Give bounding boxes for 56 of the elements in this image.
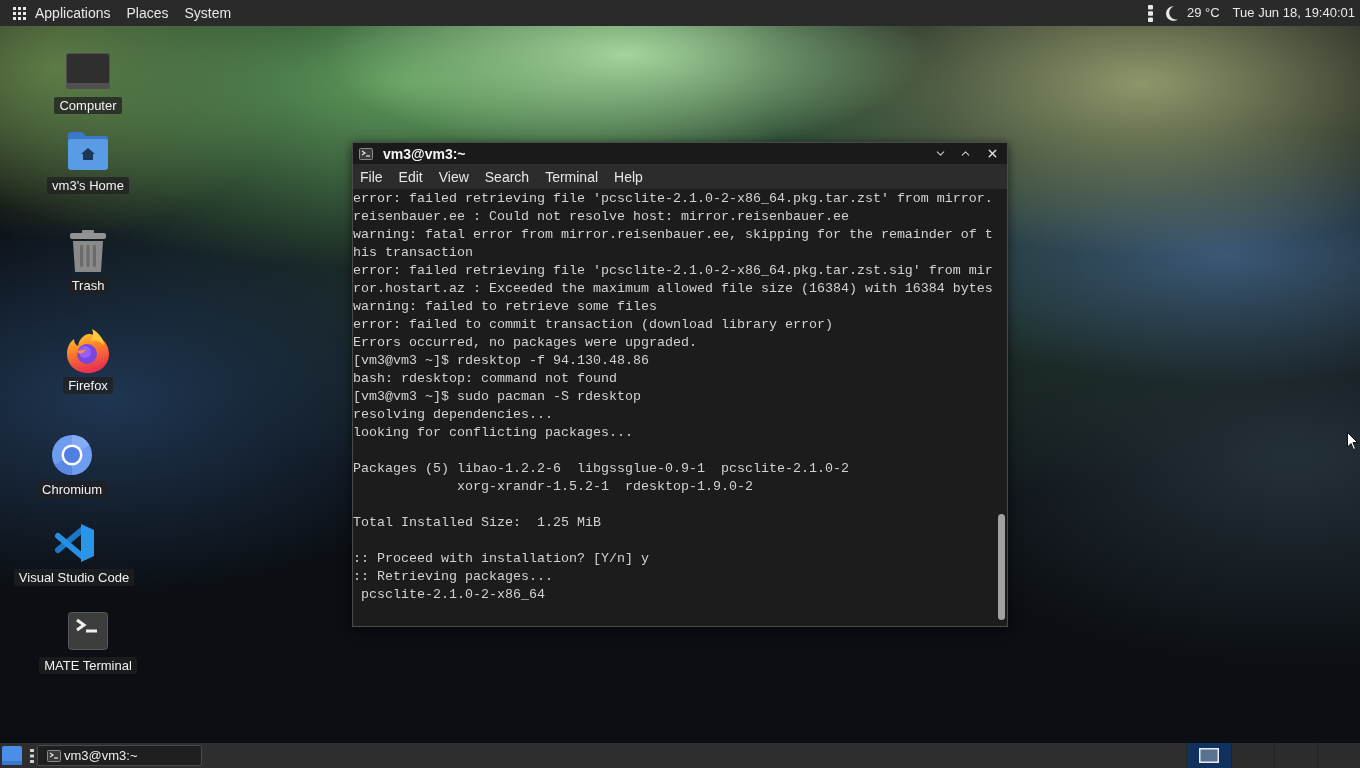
desktop-icon-label[interactable]: Computer <box>54 97 122 114</box>
fox-globe-icon[interactable] <box>66 329 110 373</box>
terminal-line: ror.hostart.az : Exceeded the maximum allowed file size (16384) with 16384 bytes <box>353 280 993 298</box>
desktop-icon-label[interactable]: vm3's Home <box>47 177 129 194</box>
menu-item[interactable]: Search <box>484 166 530 187</box>
ring-logo-icon[interactable] <box>52 435 92 475</box>
desktop-icon-label[interactable]: MATE Terminal <box>39 657 137 674</box>
terminal-line: pcsclite-2.1.0-2-x86_64 <box>360 586 545 604</box>
terminal-icon <box>47 749 61 762</box>
menu-item[interactable]: Help <box>614 166 643 187</box>
terminal-line: warning: failed to retrieve some files <box>353 298 657 316</box>
terminal-line: [vm3@vm3 ~]$ rdesktop -f 94.130.48.86 <box>353 352 649 370</box>
vertical-dots-icon[interactable] <box>1147 4 1153 22</box>
terminal-line: Total Installed Size: 1.25 MiB <box>353 514 601 532</box>
home-folder-icon[interactable] <box>68 132 108 170</box>
moon-icon <box>1165 5 1178 21</box>
terminal-line: xorg-xrandr-1.5.2-1 rdesktop-1.9.0-2 <box>455 478 753 496</box>
terminal-line: his transaction <box>353 244 473 262</box>
terminal-line: [vm3@vm3 ~]$ sudo pacman -S rdesktop <box>353 388 641 406</box>
terminal-icon <box>359 147 373 160</box>
window-title: vm3@vm3:~ <box>383 144 466 163</box>
menu-item[interactable]: Edit <box>398 166 423 187</box>
taskbar-window-button[interactable]: vm3@vm3:~ <box>37 745 202 766</box>
temperature-label: 29 °C <box>1186 4 1220 23</box>
terminal-line: :: Proceed with installation? [Y/n] y <box>353 550 649 568</box>
terminal-line: error: failed retrieving file 'pcsclite-2.1.0-2-x86_64.pkg.tar.zst.sig' from mir <box>353 262 993 280</box>
terminal-line: resolving dependencies... <box>353 406 553 424</box>
terminal-line: error: failed to commit transaction (download library error) <box>353 316 833 334</box>
grip-icon[interactable] <box>30 747 34 764</box>
menu-item[interactable]: Terminal <box>545 166 599 187</box>
panel-menu[interactable]: Places <box>126 3 169 23</box>
desktop-icon-label[interactable]: Visual Studio Code <box>13 569 135 586</box>
terminal-line: reisenbauer.ee : Could not resolve host: mirror.reisenbauer.ee <box>353 208 849 226</box>
terminal-line: bash: rdesktop: command not found <box>353 370 617 388</box>
panel-menu[interactable]: Applications <box>35 3 111 23</box>
menu-item[interactable]: View <box>438 166 469 187</box>
terminal-line: :: Retrieving packages... <box>353 568 553 586</box>
terminal-icon[interactable] <box>68 612 108 650</box>
clock-label[interactable]: Tue Jun 18, 19:40:01 <box>1232 3 1355 23</box>
title-bar[interactable]: vm3@vm3:~ <box>353 143 1007 164</box>
terminal-line: warning: fatal error from mirror.reisenbauer.ee, skipping for the remainder of t <box>353 226 993 244</box>
scrollbar-thumb[interactable] <box>997 514 1005 620</box>
menu-item[interactable]: File <box>360 166 383 187</box>
desktop-icon-label[interactable]: Chromium <box>37 481 107 498</box>
window-preview-icon <box>1199 748 1219 763</box>
workspace-button[interactable] <box>1186 743 1231 768</box>
ribbon-logo-icon[interactable] <box>53 523 95 563</box>
desktop-icon-label[interactable]: Firefox <box>63 377 113 394</box>
terminal-line: error: failed retrieving file 'pcsclite-2.1.0-2-x86_64.pkg.tar.zst' from mirror. <box>353 190 993 208</box>
trash-can-icon[interactable] <box>69 230 107 272</box>
desktop-icon-label[interactable]: Trash <box>66 277 110 294</box>
apps-grid-icon[interactable] <box>13 6 26 20</box>
panel-menu[interactable]: System <box>184 3 232 23</box>
terminal-line: Errors occurred, no packages were upgraded. <box>353 334 697 352</box>
terminal-line: Packages (5) libao-1.2.2-6 libgssglue-0.9-1 pcsclite-2.1.0-2 <box>353 460 849 478</box>
terminal-line: looking for conflicting packages... <box>353 424 633 442</box>
